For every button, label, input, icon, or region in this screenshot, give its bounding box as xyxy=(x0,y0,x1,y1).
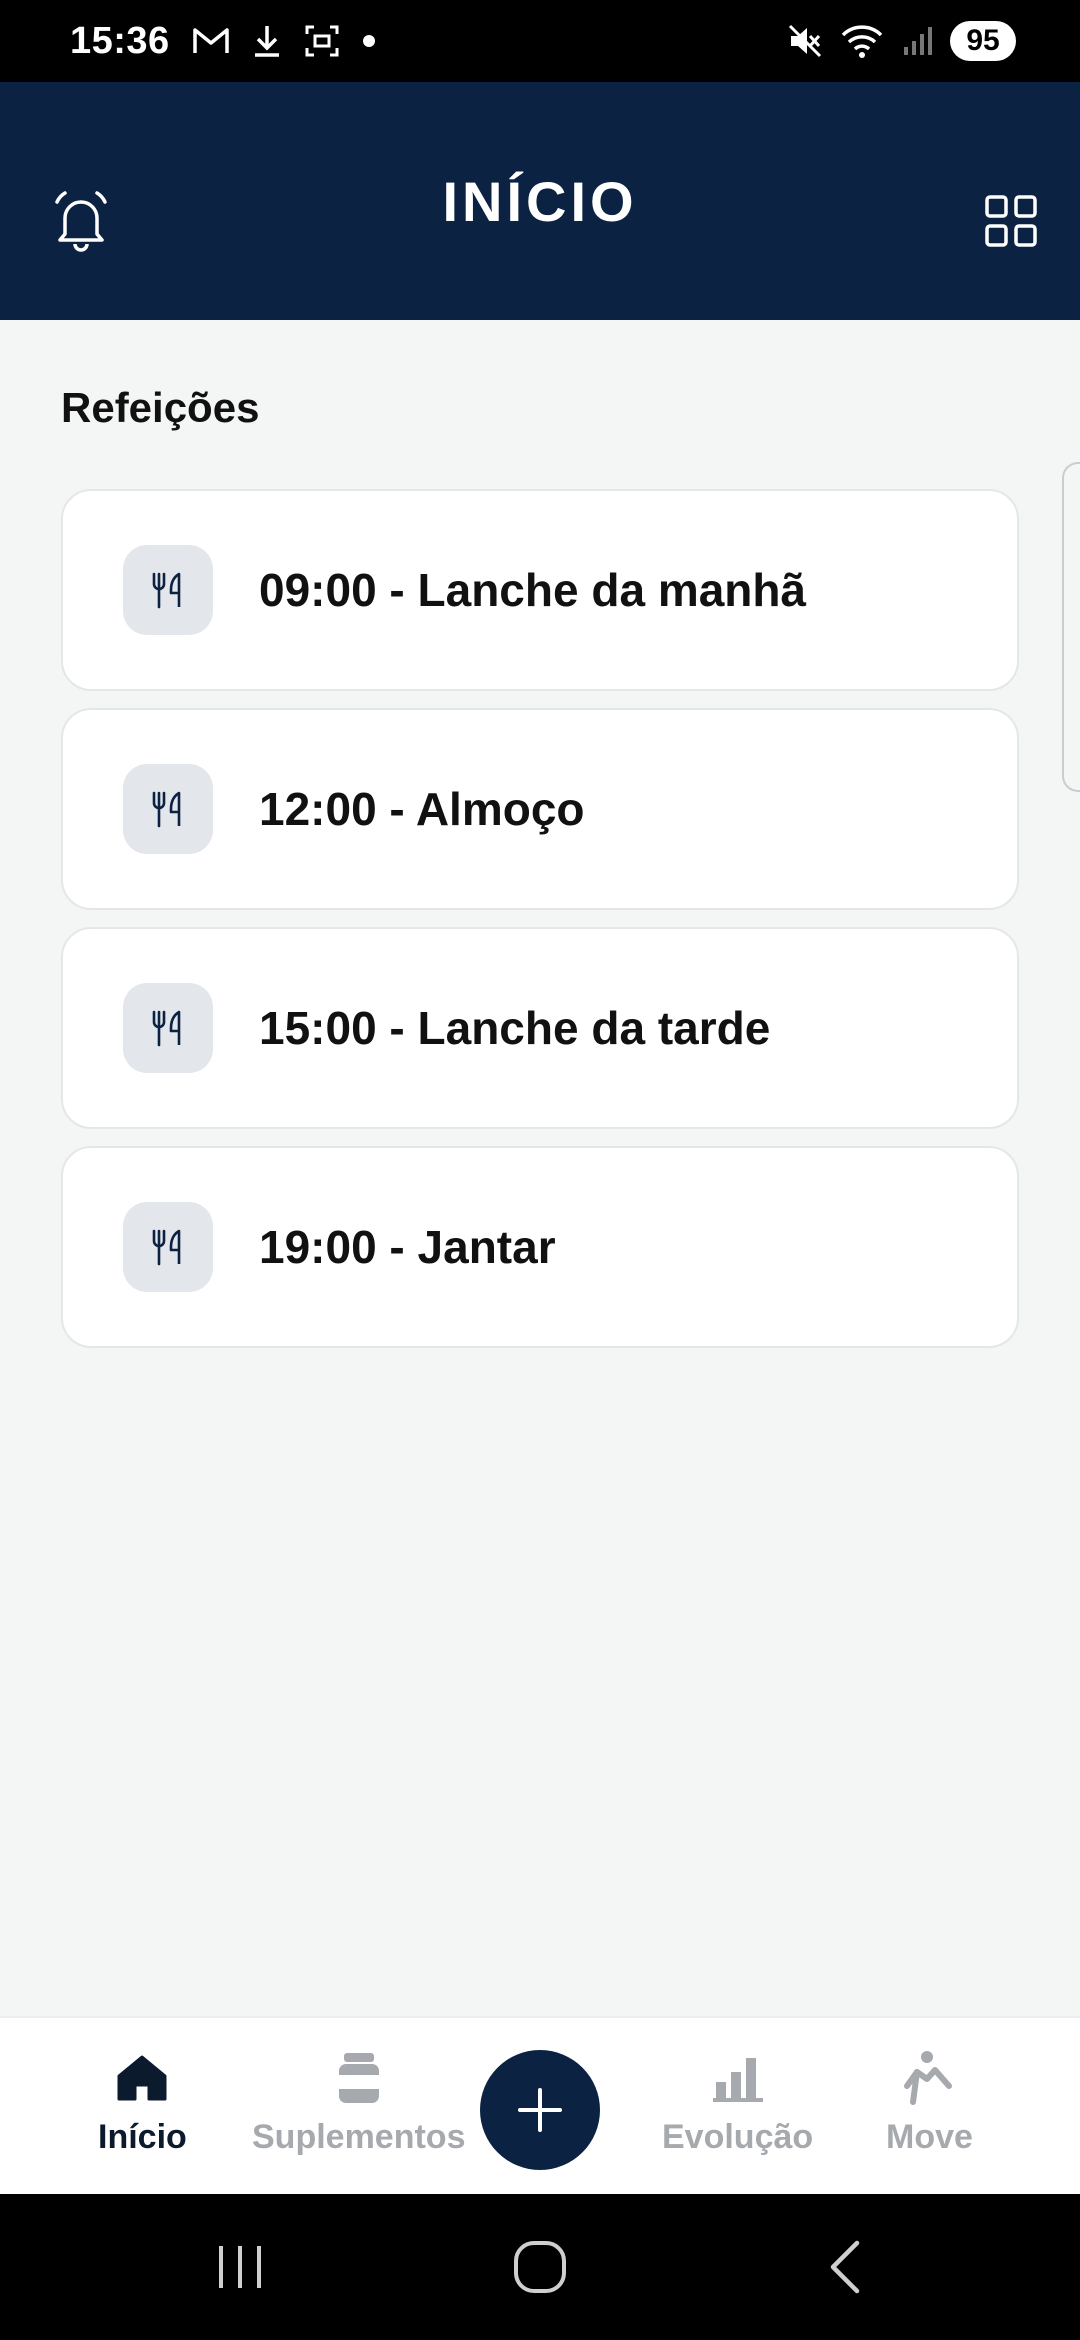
system-nav-bar xyxy=(0,2194,1080,2340)
bottom-nav: Início Suplementos Evolução Move xyxy=(0,2016,1080,2194)
screenshot-icon xyxy=(304,24,340,58)
meal-card[interactable]: 15:00 - Lanche da tarde xyxy=(61,927,1019,1129)
back-icon xyxy=(830,2240,860,2294)
supplement-jar-icon xyxy=(329,2048,389,2108)
section-title: Refeições xyxy=(61,384,260,431)
add-button[interactable] xyxy=(480,2050,600,2170)
battery-level: 95 xyxy=(950,21,1016,61)
wifi-icon xyxy=(840,23,884,59)
nav-label: Evolução xyxy=(662,2118,814,2156)
meal-label: 19:00 - Jantar xyxy=(259,1221,556,1273)
signal-icon xyxy=(902,25,932,57)
status-time: 15:36 xyxy=(70,19,170,62)
meal-label: 12:00 - Almoço xyxy=(259,783,585,835)
fork-knife-icon xyxy=(152,572,181,609)
nav-item-move[interactable]: Move xyxy=(886,2048,973,2157)
meal-card[interactable]: 09:00 - Lanche da manhã xyxy=(61,489,1019,691)
nav-item-evolucao[interactable]: Evolução xyxy=(662,2048,813,2157)
gmail-icon xyxy=(192,26,230,56)
recents-button[interactable] xyxy=(205,2234,275,2300)
app-screen: 15:36 95 INÍCIO Refeições 09:00 - Lanche… xyxy=(0,0,1080,2340)
meal-icon-box xyxy=(123,1202,213,1292)
download-icon xyxy=(252,24,282,58)
status-right: 95 xyxy=(788,21,1016,61)
nav-label: Início xyxy=(98,2118,187,2156)
home-circle-icon xyxy=(514,2241,566,2293)
dot-icon xyxy=(362,34,376,48)
nav-label: Suplementos xyxy=(252,2118,466,2156)
back-button[interactable] xyxy=(810,2234,880,2300)
edge-panel-handle[interactable] xyxy=(1062,462,1080,792)
plus-icon xyxy=(518,2088,562,2132)
fork-knife-icon xyxy=(152,1010,181,1047)
exercise-icon xyxy=(899,2048,959,2108)
bar-chart-icon xyxy=(708,2048,768,2108)
home-icon xyxy=(112,2048,172,2108)
meal-icon-box xyxy=(123,764,213,854)
fork-knife-icon xyxy=(152,791,181,828)
nav-label: Move xyxy=(886,2118,973,2156)
status-left: 15:36 xyxy=(70,20,376,63)
meal-label: 09:00 - Lanche da manhã xyxy=(259,564,807,616)
meal-label: 15:00 - Lanche da tarde xyxy=(259,1002,771,1054)
meal-icon-box xyxy=(123,545,213,635)
nav-item-inicio[interactable]: Início xyxy=(98,2048,187,2157)
grid-icon xyxy=(985,195,1037,247)
home-system-button[interactable] xyxy=(505,2234,575,2300)
page-title: INÍCIO xyxy=(442,169,638,233)
meal-card[interactable]: 12:00 - Almoço xyxy=(61,708,1019,910)
recents-icon xyxy=(219,2246,261,2288)
app-header: INÍCIO xyxy=(0,82,1080,320)
fork-knife-icon xyxy=(152,1229,181,1266)
meal-icon-box xyxy=(123,983,213,1073)
menu-grid-button[interactable] xyxy=(982,192,1040,250)
nav-item-suplementos[interactable]: Suplementos xyxy=(252,2048,465,2157)
bell-icon xyxy=(55,191,107,252)
meal-list: 09:00 - Lanche da manhã 12:00 - Almoço 1… xyxy=(61,489,1019,1365)
notifications-button[interactable] xyxy=(48,186,114,256)
meal-card[interactable]: 19:00 - Jantar xyxy=(61,1146,1019,1348)
mute-icon xyxy=(788,24,822,58)
status-bar: 15:36 95 xyxy=(0,0,1080,82)
